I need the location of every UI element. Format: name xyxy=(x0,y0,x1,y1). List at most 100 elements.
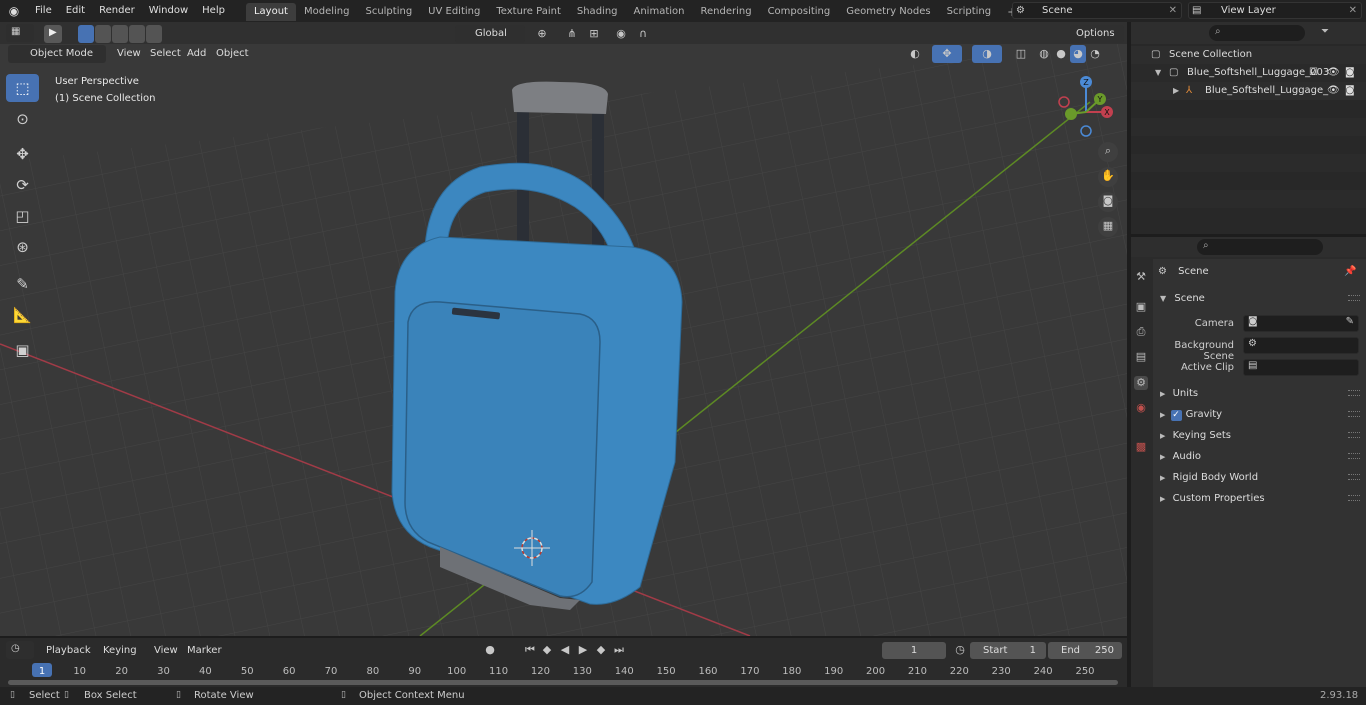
timeline-menu-playback[interactable]: Playback xyxy=(41,642,96,659)
tab-modeling[interactable]: Modeling xyxy=(296,3,358,21)
tab-sculpting[interactable]: Sculpting xyxy=(357,3,420,21)
area-divider[interactable] xyxy=(1127,22,1131,687)
visibility-icon[interactable]: ◐ xyxy=(902,45,928,63)
options-dropdown[interactable]: Options xyxy=(1070,25,1124,43)
section-gravity[interactable]: ▶ ✓ Gravity xyxy=(1160,409,1222,421)
tool-measure[interactable]: 📐 xyxy=(6,301,39,329)
scene-props-icon[interactable]: ⚙ xyxy=(1134,376,1148,390)
menu-help[interactable]: Help xyxy=(195,0,232,22)
timeline-menu-marker[interactable]: Marker xyxy=(182,642,227,659)
section-rigid-body-world[interactable]: ▶ Rigid Body World xyxy=(1160,472,1258,483)
prev-keyframe-icon[interactable]: ◆ xyxy=(539,641,555,659)
tool-select-box[interactable]: ⬚ xyxy=(6,74,39,102)
next-keyframe-icon[interactable]: ◆ xyxy=(593,641,609,659)
texture-icon[interactable]: ▩ xyxy=(1134,440,1148,454)
panel-grip[interactable] xyxy=(1348,295,1360,301)
camera-view-icon[interactable]: ◙ xyxy=(1098,192,1118,212)
outliner-row-luggage-object[interactable]: ▶ ⅄ Blue_Softshell_Luggage_ 👁 ◙ xyxy=(1131,82,1366,100)
select-mode-extend[interactable] xyxy=(95,25,111,43)
play-reverse-icon[interactable]: ◀ xyxy=(557,641,573,659)
hand-pan-icon[interactable]: ✋ xyxy=(1098,167,1118,187)
menu-file[interactable]: File xyxy=(28,0,59,22)
camera-icon[interactable]: ◙ xyxy=(1345,82,1355,100)
shading-solid-icon[interactable]: ● xyxy=(1053,45,1069,63)
tool-add-cube[interactable]: ▣ xyxy=(6,336,39,364)
xray-icon[interactable]: ◫ xyxy=(1012,45,1030,63)
timeline-scrollbar[interactable] xyxy=(8,680,1118,685)
view-layer-icon[interactable]: ▤ xyxy=(1134,350,1148,364)
viewport-menu-view[interactable]: View xyxy=(112,45,146,63)
panel-grip[interactable] xyxy=(1348,432,1360,438)
start-frame-field[interactable]: Start 1 xyxy=(970,642,1046,659)
transform-orientation[interactable]: Global xyxy=(455,25,525,43)
pin-icon[interactable]: 📌 xyxy=(1344,266,1356,277)
eye-icon[interactable]: 👁 xyxy=(1327,64,1340,82)
background-scene-field[interactable]: ⚙ xyxy=(1243,337,1359,354)
menu-edit[interactable]: Edit xyxy=(59,0,92,22)
current-frame-field[interactable]: 1 xyxy=(882,642,946,659)
camera-field[interactable]: ◙ ✎ xyxy=(1243,315,1359,332)
timeline-menu-keying[interactable]: Keying xyxy=(98,642,142,659)
tab-shading[interactable]: Shading xyxy=(569,3,626,21)
tool-move[interactable]: ✥ xyxy=(6,140,39,168)
select-mode-new[interactable] xyxy=(78,25,94,43)
select-tool-button[interactable]: ▶ xyxy=(44,25,62,43)
jump-end-icon[interactable]: ⏭ xyxy=(611,641,627,659)
viewport-menu-add[interactable]: Add xyxy=(182,45,211,63)
tab-texture-paint[interactable]: Texture Paint xyxy=(488,3,569,21)
select-mode-subtract[interactable] xyxy=(112,25,128,43)
render-icon[interactable]: ▣ xyxy=(1134,300,1148,314)
view-layer-selector[interactable]: View Layer ▤ ✕ xyxy=(1188,2,1362,19)
outliner-row-luggage-collection[interactable]: ▼ ▢ Blue_Softshell_Luggage_003 ☑ 👁 ◙ xyxy=(1131,64,1366,82)
tab-rendering[interactable]: Rendering xyxy=(692,3,759,21)
timeline-editor-type[interactable]: ◷ xyxy=(6,641,34,659)
panel-grip[interactable] xyxy=(1348,495,1360,501)
end-frame-field[interactable]: End 250 xyxy=(1048,642,1122,659)
shading-rendered-icon[interactable]: ◔ xyxy=(1087,45,1103,63)
shading-material-icon[interactable]: ◕ xyxy=(1070,45,1086,63)
section-audio[interactable]: ▶ Audio xyxy=(1160,451,1201,462)
camera-icon[interactable]: ◙ xyxy=(1345,64,1355,82)
checkbox-icon[interactable]: ☑ xyxy=(1309,64,1318,82)
active-clip-field[interactable]: ▤ xyxy=(1243,359,1359,376)
editor-type-button[interactable]: ▦ xyxy=(6,24,34,42)
overlay-toggle-icon[interactable]: ◑ xyxy=(972,45,1002,63)
viewport-menu-object[interactable]: Object xyxy=(211,45,254,63)
panel-grip[interactable] xyxy=(1348,453,1360,459)
eyedropper-icon[interactable]: ✎ xyxy=(1346,316,1354,327)
section-units[interactable]: ▶ Units xyxy=(1160,388,1198,399)
close-icon[interactable]: ✕ xyxy=(1349,3,1357,18)
tab-layout[interactable]: Layout xyxy=(245,3,296,21)
tool-cursor[interactable]: ⊙ xyxy=(6,105,39,133)
tool-transform[interactable]: ⊛ xyxy=(6,233,39,261)
tool-scale[interactable]: ◰ xyxy=(6,202,39,230)
section-custom-properties[interactable]: ▶ Custom Properties xyxy=(1160,493,1265,504)
gizmo-toggle-icon[interactable]: ✥ xyxy=(932,45,962,63)
viewport-menu-select[interactable]: Select xyxy=(145,45,186,63)
tab-animation[interactable]: Animation xyxy=(626,3,693,21)
snap-element-icon[interactable]: ⊞ xyxy=(582,25,606,43)
section-keying-sets[interactable]: ▶ Keying Sets xyxy=(1160,430,1231,441)
menu-window[interactable]: Window xyxy=(142,0,195,22)
world-icon[interactable]: ◉ xyxy=(1134,401,1148,415)
panel-grip[interactable] xyxy=(1348,390,1360,396)
object-mode-dropdown[interactable]: Object Mode xyxy=(8,45,106,63)
expand-arrow-icon[interactable]: ▼ xyxy=(1155,64,1161,82)
close-icon[interactable]: ✕ xyxy=(1169,3,1177,18)
tool-settings-icon[interactable]: ⚒ xyxy=(1134,270,1148,284)
tab-uv-editing[interactable]: UV Editing xyxy=(420,3,488,21)
area-divider[interactable] xyxy=(0,636,1127,638)
snap-icon[interactable]: ⋔ xyxy=(562,25,582,43)
outliner-row-scene-collection[interactable]: ▢ Scene Collection xyxy=(1131,46,1366,64)
scene-panel-header[interactable]: ▼ Scene xyxy=(1160,293,1205,304)
jump-start-icon[interactable]: ⏮ xyxy=(522,641,538,659)
stopwatch-icon[interactable]: ◷ xyxy=(952,641,968,659)
timeline-menu-view[interactable]: View xyxy=(149,642,183,659)
ortho-grid-icon[interactable]: ▦ xyxy=(1098,217,1118,237)
tool-rotate[interactable]: ⟳ xyxy=(6,171,39,199)
filter-icon[interactable]: ⏷ xyxy=(1321,26,1329,37)
3d-viewport[interactable]: Z X Y User Perspective (1) Scene Collect… xyxy=(0,22,1127,636)
menu-render[interactable]: Render xyxy=(92,0,142,22)
select-mode-invert[interactable] xyxy=(129,25,145,43)
zoom-icon[interactable]: ⌕ xyxy=(1098,142,1118,162)
